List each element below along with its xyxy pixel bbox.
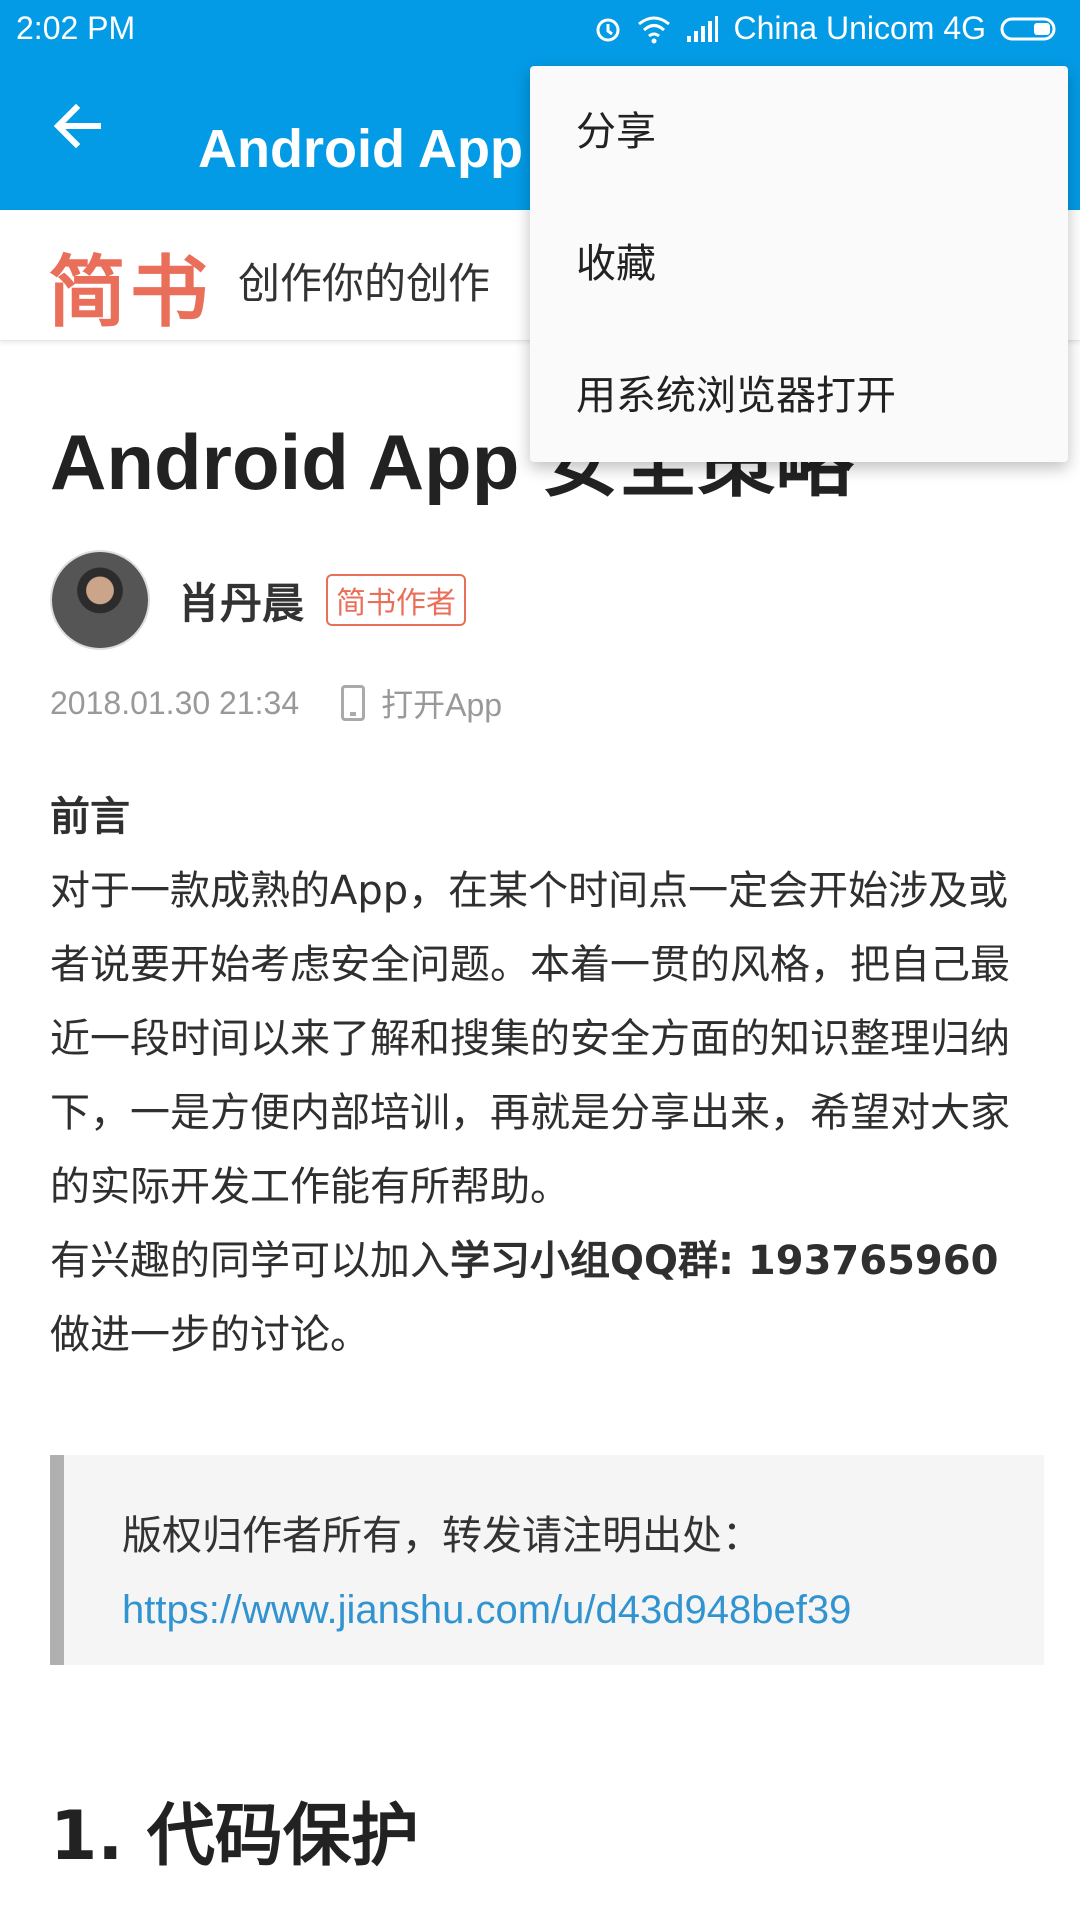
signal-icon — [687, 15, 719, 42]
carrier-label: China Unicom 4G — [733, 10, 986, 46]
status-icons: China Unicom 4G — [593, 10, 1060, 47]
paragraph-intro: 对于一款成熟的App，在某个时间点一定会开始涉及或者说要开始考虑安全问题。本着一… — [50, 868, 1010, 1210]
article-meta: 2018.01.30 21:34 打开App — [50, 680, 502, 726]
status-time: 2:02 PM — [16, 10, 136, 46]
battery-icon — [1000, 17, 1056, 40]
open-app-link[interactable]: 打开App — [381, 680, 502, 726]
wifi-icon — [638, 16, 671, 43]
menu-item-favorite[interactable]: 收藏 — [530, 198, 1068, 330]
copyright-quote: 版权归作者所有，转发请注明出处： https://www.jianshu.com… — [50, 1455, 1044, 1665]
section-heading: 1. 代码保护 — [50, 1797, 419, 1876]
qq-group: 学习小组QQ群: 193765960 — [450, 1238, 999, 1284]
section-label: 前言 — [50, 794, 130, 840]
author-name[interactable]: 肖丹晨 — [178, 570, 304, 631]
avatar[interactable] — [50, 550, 150, 650]
status-bar: 2:02 PM China Unicom 4G — [0, 0, 1080, 58]
author-badge: 简书作者 — [326, 574, 467, 626]
menu-item-open-in-browser[interactable]: 用系统浏览器打开 — [530, 330, 1068, 462]
menu-item-share[interactable]: 分享 — [530, 66, 1068, 198]
quote-content: 版权归作者所有，转发请注明出处： https://www.jianshu.com… — [122, 1499, 851, 1647]
overflow-menu: 分享 收藏 用系统浏览器打开 — [530, 66, 1068, 462]
quote-text: 版权归作者所有，转发请注明出处： — [122, 1513, 762, 1559]
arrow-back-icon[interactable] — [50, 98, 106, 154]
paragraph-qq: 有兴趣的同学可以加入学习小组QQ群: 193765960 做进一步的讨论。 — [50, 1224, 1030, 1372]
paragraph-qq-suffix: 做进一步的讨论。 — [50, 1312, 370, 1358]
jianshu-logo: 简书 — [48, 248, 213, 338]
publish-date: 2018.01.30 21:34 — [50, 684, 300, 721]
phone-icon — [341, 685, 366, 721]
profile-link[interactable]: https://www.jianshu.com/u/d43d948bef39 — [122, 1573, 851, 1647]
alarm-icon — [596, 18, 620, 41]
article-body: 前言 对于一款成熟的App，在某个时间点一定会开始涉及或者说要开始考虑安全问题。… — [50, 780, 1030, 1372]
author-row[interactable]: 肖丹晨 简书作者 — [50, 550, 467, 650]
paragraph-qq-prefix: 有兴趣的同学可以加入 — [50, 1238, 450, 1284]
banner-slogan: 创作你的创作 — [238, 259, 491, 308]
